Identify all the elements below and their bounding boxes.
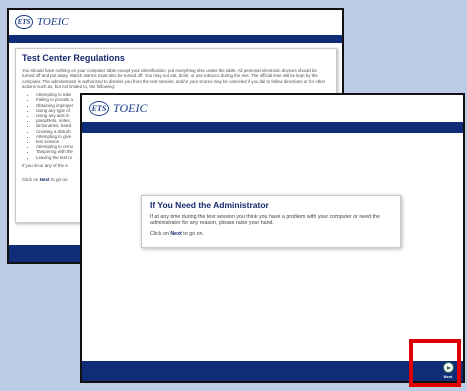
toeic-logo: ETS TOEIC [15, 15, 69, 29]
toeic-logo: ETS TOEIC [89, 101, 147, 116]
administrator-window: ETS TOEIC If You Need the Administrator … [80, 93, 465, 383]
ets-logo-icon: ETS [89, 101, 109, 116]
ets-logo-icon: ETS [15, 15, 33, 29]
dialog-body: If at any time during the test session y… [150, 214, 380, 227]
toeic-wordmark: TOEIC [37, 16, 69, 28]
footer-bar: Next [82, 361, 463, 381]
dialog-title: If You Need the Administrator [150, 200, 269, 210]
header-bar [82, 122, 463, 133]
regulations-intro: You should have nothing on your computer… [22, 68, 326, 89]
next-button-highlight [409, 339, 461, 387]
toeic-wordmark: TOEIC [113, 101, 148, 115]
dialog-instruction: Click on Next to go on. [150, 230, 204, 237]
administrator-dialog: If You Need the Administrator If at any … [141, 195, 401, 248]
header-bar [9, 35, 342, 43]
regulations-title: Test Center Regulations [22, 53, 125, 63]
